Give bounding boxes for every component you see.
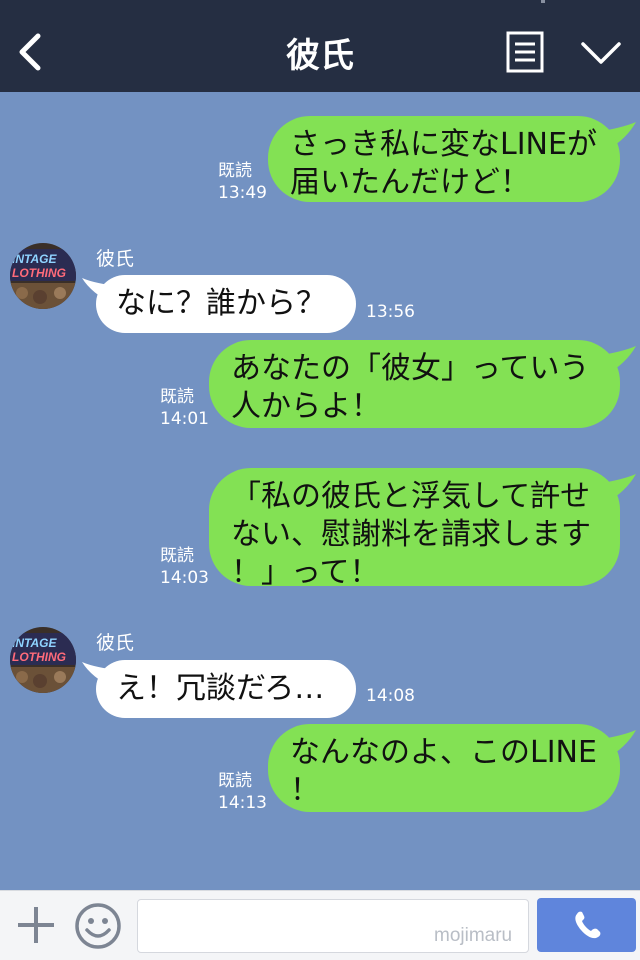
message-line: なんなのよ、このLINE: [290, 735, 597, 770]
message-line: さっき私に変なLINEが: [290, 127, 597, 162]
read-receipt: 既読 13:49: [218, 161, 267, 203]
message-line: 届いたんだけど！: [290, 165, 530, 200]
avatar-label: LOTHING: [12, 650, 66, 664]
input-toolbar: mojimaru: [0, 890, 640, 960]
message-line: 人からよ！: [231, 389, 381, 424]
message-line: え！冗談だろ…: [116, 671, 325, 706]
read-receipt: 既読 14:01: [160, 387, 209, 429]
avatar-label: LOTHING: [12, 266, 66, 280]
expand-button[interactable]: [580, 38, 622, 68]
message-bubble-sent[interactable]: さっき私に変なLINEが 届いたんだけど！: [268, 116, 620, 202]
message-line: ！」って！: [231, 555, 380, 590]
emoji-button[interactable]: [74, 902, 122, 950]
chat-title: 彼氏: [286, 36, 354, 76]
message-bubble-sent[interactable]: なんなのよ、このLINE ！: [268, 724, 620, 812]
menu-button[interactable]: [506, 31, 544, 73]
chat-header: 彼氏: [0, 0, 640, 92]
read-receipt: 既読 14:13: [218, 771, 267, 813]
message-line: ！: [290, 773, 320, 808]
message-line: なに？誰から？: [116, 286, 326, 321]
chevron-down-icon: [581, 42, 621, 64]
document-lines-icon: [506, 31, 544, 73]
status-indicator: [541, 0, 545, 3]
message-time: 13:56: [366, 302, 415, 322]
message-line: 「私の彼氏と浮気して許せ: [231, 479, 591, 514]
avatar-label: INTAGE: [12, 636, 57, 650]
sender-name: 彼氏: [96, 632, 135, 654]
message-bubble-received[interactable]: え！冗談だろ…: [96, 660, 356, 718]
message-bubble-sent[interactable]: 「私の彼氏と浮気して許せ ない、慰謝料を請求します ！」って！: [209, 468, 620, 590]
avatar[interactable]: INTAGE LOTHING: [10, 627, 76, 693]
smiley-icon: [75, 903, 121, 949]
add-button[interactable]: [16, 905, 56, 945]
message-bubble-received[interactable]: なに？誰から？: [96, 275, 356, 333]
call-button[interactable]: [537, 898, 636, 952]
message-time: 14:08: [366, 686, 415, 706]
plus-icon: [18, 907, 54, 943]
watermark: mojimaru: [434, 925, 513, 946]
message-bubble-sent[interactable]: あなたの「彼女」っていう 人からよ！: [209, 340, 620, 428]
avatar-label: INTAGE: [12, 252, 57, 266]
sender-name: 彼氏: [96, 248, 135, 270]
phone-icon: [575, 911, 601, 939]
read-receipt: 既読 14:03: [160, 546, 209, 588]
message-line: ない、慰謝料を請求します: [231, 517, 591, 552]
message-line: あなたの「彼女」っていう: [231, 351, 590, 386]
avatar[interactable]: INTAGE LOTHING: [10, 243, 76, 309]
